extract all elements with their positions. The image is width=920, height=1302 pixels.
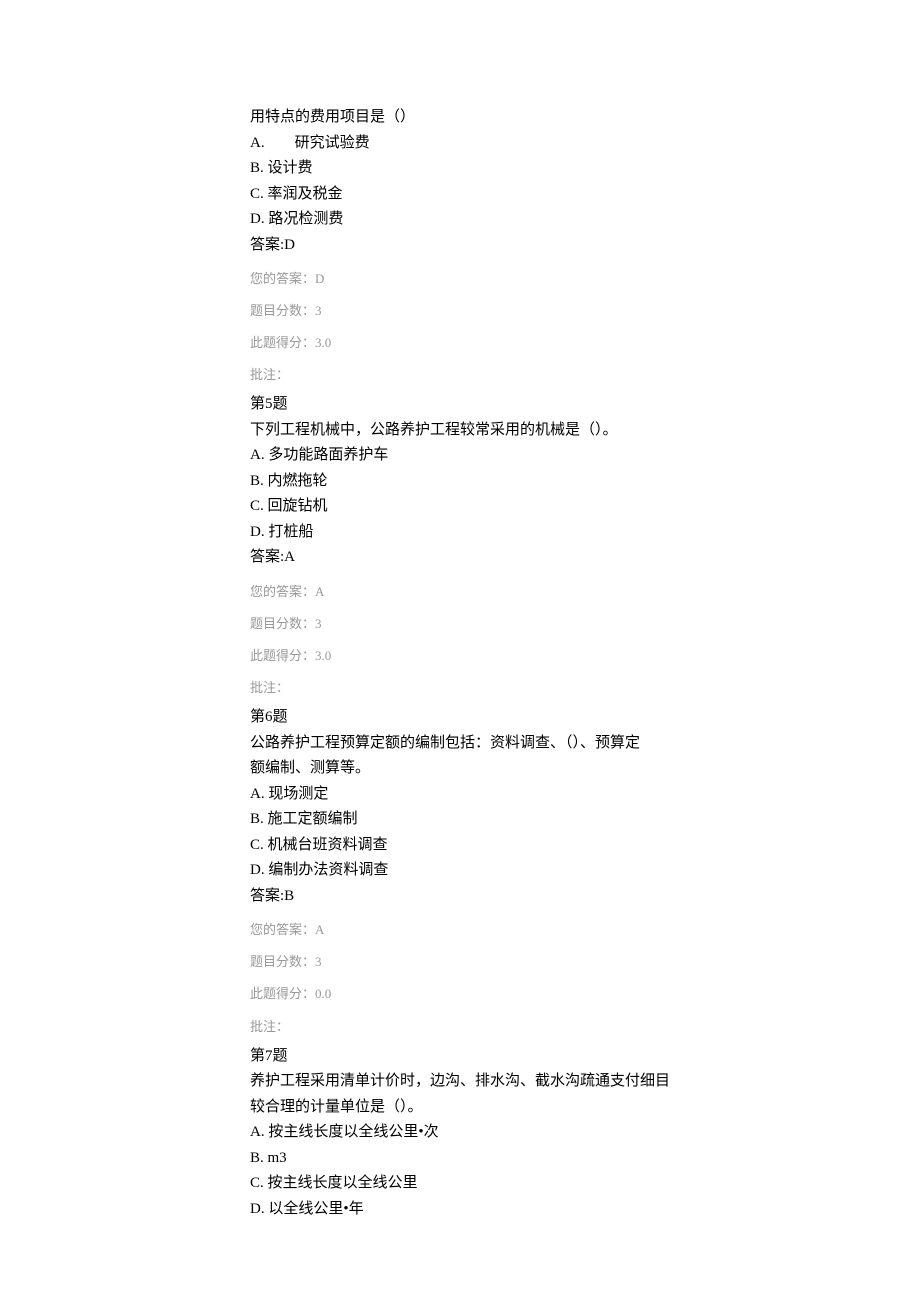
q5-score-label: 题目分数：3 (250, 613, 670, 635)
q7-option-d: D. 以全线公里•年 (250, 1197, 670, 1223)
q6-answer: 答案:B (250, 884, 670, 910)
q4-option-c: C. 率润及税金 (250, 182, 670, 208)
q7-stem-line2: 较合理的计量单位是（）。 (250, 1095, 670, 1121)
q7-title: 第7题 (250, 1044, 670, 1070)
q4-optA-indent (265, 135, 295, 151)
q4-optA-label: A. (250, 135, 265, 151)
question-7: 第7题 养护工程采用清单计价时，边沟、排水沟、截水沟疏通支付细目 较合理的计量单… (250, 1044, 670, 1223)
document-page: 用特点的费用项目是（） A. 研究试验费 B. 设计费 C. 率润及税金 D. … (0, 0, 920, 1302)
q4-got-score: 此题得分：3.0 (250, 332, 670, 354)
q6-your-answer: 您的答案：A (250, 919, 670, 941)
q5-note: 批注： (250, 677, 670, 699)
q6-title: 第6题 (250, 705, 670, 731)
q6-option-d: D. 编制办法资料调查 (250, 858, 670, 884)
q6-option-a: A. 现场测定 (250, 782, 670, 808)
q5-option-c: C. 回旋钻机 (250, 494, 670, 520)
q4-stem-tail: 用特点的费用项目是（） (250, 105, 670, 131)
q6-score-label: 题目分数：3 (250, 951, 670, 973)
q5-answer: 答案:A (250, 545, 670, 571)
q4-optA-text: 研究试验费 (295, 135, 370, 151)
q5-title: 第5题 (250, 392, 670, 418)
q6-option-b: B. 施工定额编制 (250, 807, 670, 833)
q6-note: 批注： (250, 1016, 670, 1038)
q6-option-c: C. 机械台班资料调查 (250, 833, 670, 859)
q4-note: 批注： (250, 364, 670, 386)
q7-stem-line1: 养护工程采用清单计价时，边沟、排水沟、截水沟疏通支付细目 (250, 1069, 670, 1095)
q4-your-answer: 您的答案：D (250, 268, 670, 290)
q5-option-b: B. 内燃拖轮 (250, 469, 670, 495)
q5-stem: 下列工程机械中，公路养护工程较常采用的机械是（）。 (250, 418, 670, 444)
q7-option-c: C. 按主线长度以全线公里 (250, 1171, 670, 1197)
q4-option-b: B. 设计费 (250, 156, 670, 182)
question-6: 第6题 公路养护工程预算定额的编制包括：资料调查、（）、预算定 额编制、测算等。… (250, 705, 670, 1037)
question-4-partial: 用特点的费用项目是（） A. 研究试验费 B. 设计费 C. 率润及税金 D. … (250, 105, 670, 386)
q5-option-a: A. 多功能路面养护车 (250, 443, 670, 469)
q4-option-d: D. 路况检测费 (250, 207, 670, 233)
q6-got-score: 此题得分：0.0 (250, 983, 670, 1005)
q5-got-score: 此题得分：3.0 (250, 645, 670, 667)
q4-answer: 答案:D (250, 233, 670, 259)
q6-stem-line2: 额编制、测算等。 (250, 756, 670, 782)
q5-your-answer: 您的答案：A (250, 581, 670, 603)
q6-stem-line1: 公路养护工程预算定额的编制包括：资料调查、（）、预算定 (250, 731, 670, 757)
q4-score-label: 题目分数：3 (250, 300, 670, 322)
q5-option-d: D. 打桩船 (250, 520, 670, 546)
q7-option-a: A. 按主线长度以全线公里•次 (250, 1120, 670, 1146)
q4-option-a: A. 研究试验费 (250, 131, 670, 157)
q7-option-b: B. m3 (250, 1146, 670, 1172)
question-5: 第5题 下列工程机械中，公路养护工程较常采用的机械是（）。 A. 多功能路面养护… (250, 392, 670, 699)
